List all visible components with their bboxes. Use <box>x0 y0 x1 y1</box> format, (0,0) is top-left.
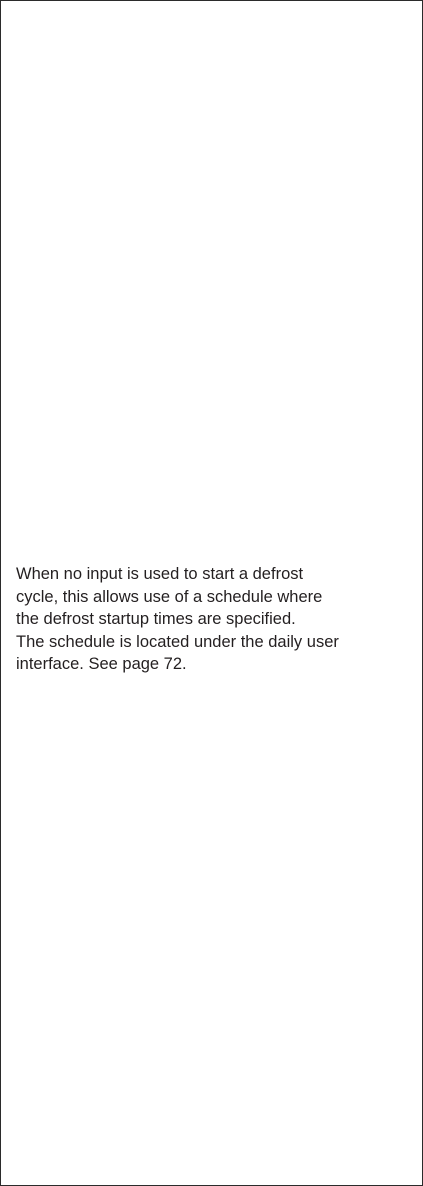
description-line: The schedule is located under the daily … <box>16 632 339 651</box>
description-line: interface. See page 72. <box>16 655 187 673</box>
description-line: cycle, this allows use of a schedule whe… <box>16 587 323 606</box>
description-line: the defrost startup times are specified. <box>16 610 296 628</box>
description-paragraph: When no input is used to start a defrost… <box>16 563 416 676</box>
document-panel: When no input is used to start a defrost… <box>0 0 423 1186</box>
description-line: When no input is used to start a defrost <box>16 565 304 583</box>
